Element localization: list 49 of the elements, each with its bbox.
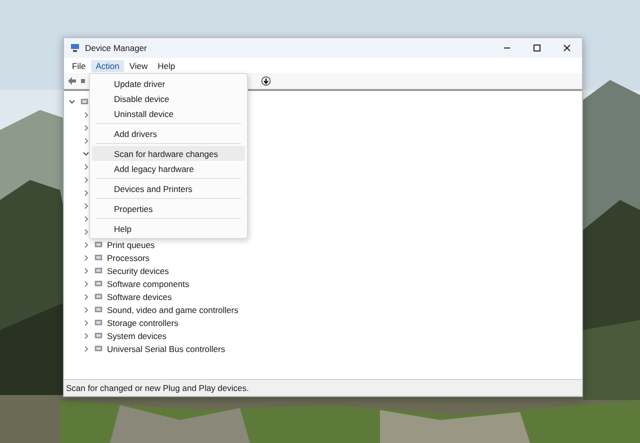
menu-option[interactable]: Scan for hardware changes [92,146,245,161]
menu-item[interactable]: View [124,60,153,72]
chevron-right-icon[interactable] [82,332,90,340]
computer-icon [70,43,80,53]
status-text: Scan for changed or new Plug and Play devices. [66,383,249,393]
chevron-down-icon[interactable] [82,150,90,158]
back-arrow-icon[interactable] [67,76,77,86]
chevron-right-icon[interactable] [82,240,90,248]
download-icon[interactable] [261,76,271,86]
menu-option[interactable]: Add legacy hardware [92,161,245,176]
chevron-right-icon[interactable] [82,292,90,300]
window-title: Device Manager [85,43,147,53]
tree-item[interactable]: Universal Serial Bus controllers [107,344,226,354]
close-icon[interactable] [562,43,572,53]
chevron-right-icon[interactable] [82,202,90,210]
menu-item[interactable]: Help [152,60,180,72]
chevron-right-icon[interactable] [82,228,90,236]
menu-option[interactable]: Add drivers [92,126,245,141]
chevron-right-icon[interactable] [82,318,90,326]
tree-item[interactable]: Storage controllers [107,318,178,328]
chevron-right-icon[interactable] [82,136,90,144]
tree-item[interactable]: Security devices [107,266,169,276]
chevron-right-icon[interactable] [82,266,90,274]
tree-item[interactable]: Software components [107,278,190,288]
tree-item[interactable]: System devices [107,330,167,340]
maximize-icon[interactable] [532,43,542,53]
menu-option[interactable]: Disable device [92,91,245,106]
toolbar-icon[interactable] [81,76,85,86]
menu-option[interactable]: Uninstall device [92,106,245,121]
chevron-right-icon[interactable] [82,176,90,184]
tree-item[interactable]: Print queues [107,240,155,250]
chevron-right-icon[interactable] [82,280,90,288]
chevron-right-icon[interactable] [82,188,90,196]
chevron-right-icon[interactable] [82,254,90,262]
chevron-right-icon[interactable] [82,162,90,170]
chevron-down-icon[interactable] [68,98,76,106]
menu-option[interactable]: Help [92,221,245,236]
tree-item[interactable]: Processors [107,252,150,262]
menu-option[interactable]: Properties [92,201,245,216]
chevron-right-icon[interactable] [82,214,90,222]
tree-item[interactable]: Sound, video and game controllers [107,304,238,314]
tree-item[interactable]: Software devices [107,292,172,302]
chevron-right-icon[interactable] [82,124,90,132]
chevron-right-icon[interactable] [82,306,90,314]
chevron-right-icon[interactable] [82,344,90,352]
menu-item[interactable]: Action [90,60,124,72]
menu-item[interactable]: File [67,60,91,72]
menu-option[interactable]: Devices and Printers [92,181,245,196]
chevron-right-icon[interactable] [82,110,90,118]
